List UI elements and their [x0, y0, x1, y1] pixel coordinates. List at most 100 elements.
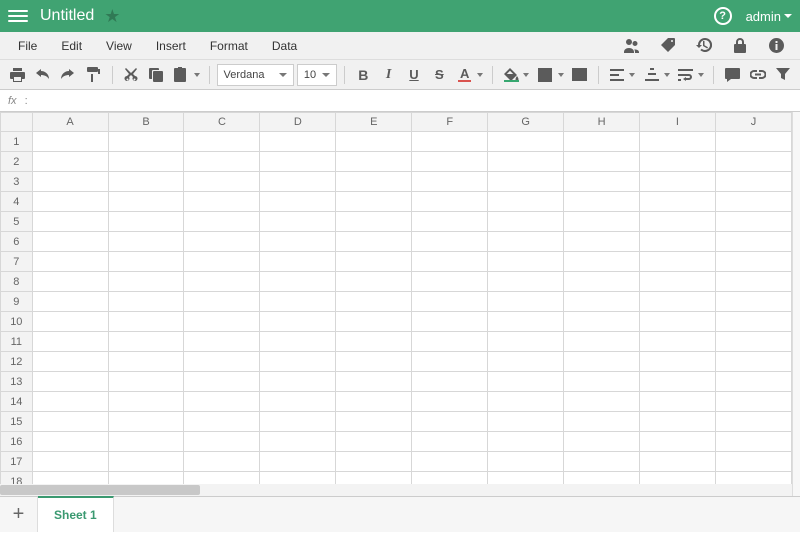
cell[interactable]	[32, 212, 108, 232]
format-painter-icon[interactable]	[82, 63, 104, 87]
cell[interactable]	[260, 212, 336, 232]
cell[interactable]	[336, 452, 412, 472]
borders-dropdown-icon[interactable]	[558, 73, 564, 77]
row-header[interactable]: 8	[1, 272, 33, 292]
cell[interactable]	[108, 312, 184, 332]
menu-toggle-icon[interactable]	[8, 10, 28, 22]
cell[interactable]	[412, 192, 488, 212]
menu-edit[interactable]: Edit	[49, 39, 94, 53]
cell[interactable]	[32, 252, 108, 272]
row-header[interactable]: 6	[1, 232, 33, 252]
row-header[interactable]: 13	[1, 372, 33, 392]
cell[interactable]	[184, 412, 260, 432]
cell[interactable]	[412, 132, 488, 152]
row-header[interactable]: 9	[1, 292, 33, 312]
cell[interactable]	[715, 152, 791, 172]
cell[interactable]	[184, 172, 260, 192]
row-header[interactable]: 7	[1, 252, 33, 272]
col-header[interactable]: F	[412, 113, 488, 132]
cell[interactable]	[32, 152, 108, 172]
cell[interactable]	[336, 212, 412, 232]
cell[interactable]	[640, 432, 716, 452]
cell[interactable]	[32, 432, 108, 452]
paste-icon[interactable]	[170, 63, 192, 87]
align-v-dropdown-icon[interactable]	[664, 73, 670, 77]
cell[interactable]	[260, 132, 336, 152]
bold-icon[interactable]: B	[352, 63, 374, 87]
cell[interactable]	[715, 352, 791, 372]
cell[interactable]	[336, 432, 412, 452]
cell[interactable]	[488, 432, 564, 452]
cell[interactable]	[412, 272, 488, 292]
col-header[interactable]: I	[640, 113, 716, 132]
cell[interactable]	[640, 232, 716, 252]
cell[interactable]	[715, 372, 791, 392]
cell[interactable]	[336, 172, 412, 192]
cell[interactable]	[336, 252, 412, 272]
italic-icon[interactable]: I	[377, 63, 399, 87]
cell[interactable]	[564, 312, 640, 332]
tag-icon[interactable]	[656, 34, 680, 58]
cell[interactable]	[640, 352, 716, 372]
cell[interactable]	[488, 172, 564, 192]
cell[interactable]	[184, 352, 260, 372]
cell[interactable]	[640, 332, 716, 352]
cell[interactable]	[260, 272, 336, 292]
cell[interactable]	[564, 372, 640, 392]
row-header[interactable]: 10	[1, 312, 33, 332]
cell[interactable]	[108, 232, 184, 252]
cell[interactable]	[640, 452, 716, 472]
cell[interactable]	[715, 272, 791, 292]
cell[interactable]	[564, 232, 640, 252]
cell[interactable]	[412, 412, 488, 432]
cell[interactable]	[32, 192, 108, 212]
cell[interactable]	[32, 392, 108, 412]
cell[interactable]	[260, 372, 336, 392]
cell[interactable]	[336, 352, 412, 372]
cell[interactable]	[715, 412, 791, 432]
row-header[interactable]: 5	[1, 212, 33, 232]
cell[interactable]	[184, 272, 260, 292]
cell[interactable]	[336, 392, 412, 412]
cell[interactable]	[260, 292, 336, 312]
cell[interactable]	[412, 252, 488, 272]
cell[interactable]	[640, 192, 716, 212]
cell[interactable]	[336, 312, 412, 332]
cell[interactable]	[412, 312, 488, 332]
cell[interactable]	[715, 172, 791, 192]
cell[interactable]	[184, 132, 260, 152]
cell[interactable]	[488, 152, 564, 172]
cell[interactable]	[412, 152, 488, 172]
cell[interactable]	[260, 192, 336, 212]
cell[interactable]	[715, 432, 791, 452]
cell[interactable]	[260, 312, 336, 332]
cell[interactable]	[260, 152, 336, 172]
cell[interactable]	[108, 172, 184, 192]
merge-cells-icon[interactable]	[569, 63, 591, 87]
cell[interactable]	[488, 372, 564, 392]
cell[interactable]	[108, 192, 184, 212]
cell[interactable]	[564, 272, 640, 292]
fill-color-dropdown-icon[interactable]	[523, 73, 529, 77]
cell[interactable]	[488, 292, 564, 312]
cell[interactable]	[184, 292, 260, 312]
font-color-dropdown-icon[interactable]	[477, 73, 483, 77]
strikethrough-icon[interactable]: S	[428, 63, 450, 87]
cell[interactable]	[336, 332, 412, 352]
cell[interactable]	[32, 132, 108, 152]
favorite-star-icon[interactable]: ★	[104, 6, 120, 27]
cell[interactable]	[184, 252, 260, 272]
cell[interactable]	[640, 132, 716, 152]
cell[interactable]	[108, 332, 184, 352]
menu-format[interactable]: Format	[198, 39, 260, 53]
cell[interactable]	[184, 212, 260, 232]
document-title[interactable]: Untitled	[40, 7, 94, 25]
cell[interactable]	[564, 252, 640, 272]
font-name-combo[interactable]: Verdana	[217, 64, 294, 86]
cell[interactable]	[260, 232, 336, 252]
cell[interactable]	[564, 332, 640, 352]
cell[interactable]	[184, 312, 260, 332]
cell[interactable]	[336, 272, 412, 292]
cell[interactable]	[32, 232, 108, 252]
row-header[interactable]: 17	[1, 452, 33, 472]
